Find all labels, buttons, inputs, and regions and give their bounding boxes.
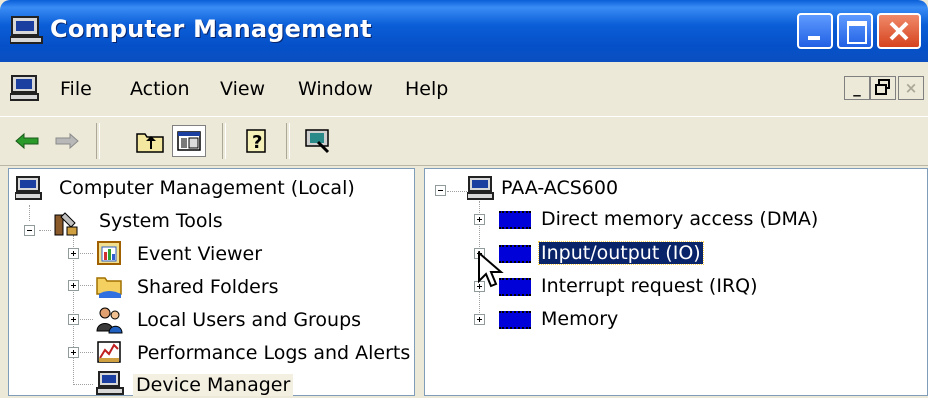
help-icon: ? — [246, 129, 266, 153]
computer-management-icon — [10, 16, 43, 44]
device-root-label[interactable]: PAA-ACS600 — [501, 177, 618, 199]
back-icon — [15, 132, 39, 150]
properties-icon — [305, 129, 330, 154]
tree-item-device-manager[interactable]: Device Manager — [133, 374, 294, 396]
menu-file[interactable]: File — [60, 78, 92, 100]
resource-irq[interactable]: Interrupt request (IRQ) — [541, 275, 758, 297]
mdi-restore-button[interactable] — [870, 76, 896, 100]
resource-dma[interactable]: Direct memory access (DMA) — [541, 208, 818, 230]
title-bar[interactable]: Computer Management — [0, 0, 928, 62]
console-tree-pane[interactable]: Computer Management (Local) System Tools… — [8, 168, 415, 396]
chip-icon — [499, 311, 531, 329]
toolbar-separator — [286, 123, 290, 159]
show-hide-tree-button[interactable] — [172, 125, 206, 157]
menu-action[interactable]: Action — [130, 78, 190, 100]
close-glyph: × — [904, 79, 918, 97]
resource-memory[interactable]: Memory — [541, 308, 618, 330]
system-menu-icon[interactable] — [10, 74, 40, 102]
properties-button[interactable] — [300, 125, 336, 157]
svg-text:?: ? — [252, 132, 262, 153]
mdi-close-button[interactable]: × — [898, 76, 924, 100]
shared-folder-icon — [96, 277, 122, 298]
system-tools-collapse-toggle[interactable] — [24, 225, 35, 236]
tree-item-performance-logs-and-alerts[interactable]: Performance Logs and Alerts — [137, 342, 410, 364]
forward-icon — [55, 132, 79, 150]
tree-item-local-users-and-groups[interactable]: Local Users and Groups — [137, 309, 361, 331]
menu-help[interactable]: Help — [405, 78, 448, 100]
menu-window[interactable]: Window — [298, 78, 373, 100]
mdi-minimize-button[interactable]: _ — [844, 76, 870, 100]
tree-item-event-viewer[interactable]: Event Viewer — [137, 243, 262, 265]
event-viewer-icon — [97, 241, 121, 265]
chip-icon — [499, 211, 531, 229]
toolbar-separator — [222, 123, 226, 159]
window-title: Computer Management — [50, 15, 372, 43]
help-button[interactable]: ? — [240, 125, 274, 157]
toolbar: ? — [0, 117, 928, 166]
memory-expand-toggle[interactable] — [474, 314, 485, 325]
system-tools-icon — [54, 212, 78, 236]
close-icon — [889, 21, 909, 41]
performance-logs-icon — [97, 341, 121, 363]
details-pane[interactable]: PAA-ACS600 Direct memory access (DMA) In… — [424, 168, 928, 396]
system-tools-label[interactable]: System Tools — [99, 210, 223, 232]
restore-icon — [875, 79, 890, 95]
users-icon — [96, 307, 123, 334]
back-button[interactable] — [10, 125, 44, 157]
menu-view[interactable]: View — [220, 78, 265, 100]
forward-button[interactable] — [50, 125, 84, 157]
shared-folders-expand-toggle[interactable] — [68, 280, 79, 291]
computer-icon — [15, 176, 42, 200]
computer-icon — [467, 176, 494, 200]
device-manager-icon — [96, 371, 124, 395]
event-viewer-expand-toggle[interactable] — [68, 248, 79, 259]
minimize-button[interactable] — [797, 13, 833, 49]
maximize-button[interactable] — [837, 13, 873, 49]
performance-logs-expand-toggle[interactable] — [68, 347, 79, 358]
close-button[interactable] — [877, 13, 921, 49]
up-folder-button[interactable] — [132, 125, 168, 157]
menu-bar: File Action View Window Help _ × — [0, 62, 928, 117]
mouse-cursor-icon — [478, 251, 504, 288]
dma-expand-toggle[interactable] — [474, 214, 485, 225]
resource-io[interactable]: Input/output (IO) — [538, 241, 704, 265]
tree-item-shared-folders[interactable]: Shared Folders — [137, 276, 279, 298]
local-users-expand-toggle[interactable] — [68, 314, 79, 325]
show-hide-tree-icon — [177, 131, 201, 151]
tree-root-label[interactable]: Computer Management (Local) — [59, 177, 355, 199]
toolbar-separator — [96, 123, 100, 159]
up-folder-icon — [136, 133, 164, 153]
minimize-glyph: _ — [853, 79, 861, 97]
root-collapse-toggle[interactable] — [435, 185, 446, 196]
